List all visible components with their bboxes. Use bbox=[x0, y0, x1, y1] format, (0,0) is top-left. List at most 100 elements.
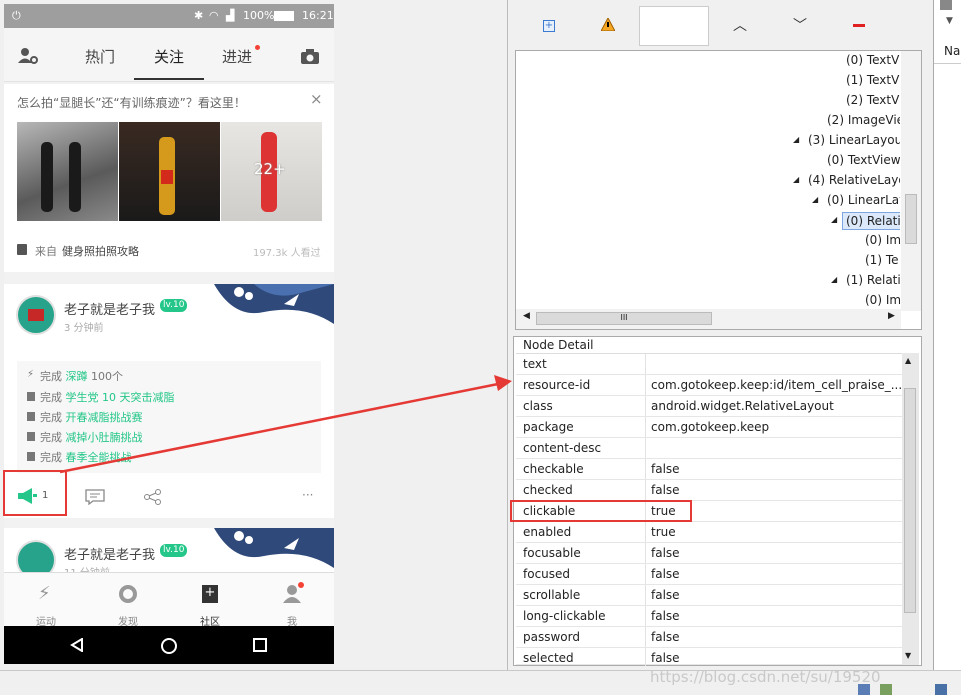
tree-node[interactable]: (4) RelativeLayo bbox=[808, 173, 900, 187]
tree-expander[interactable]: ◢ bbox=[831, 215, 837, 224]
property-row[interactable]: package com.gotokeep.keep bbox=[516, 417, 902, 438]
camera-icon[interactable] bbox=[301, 49, 319, 64]
status-icon[interactable] bbox=[935, 684, 947, 695]
scroll-thumb[interactable] bbox=[905, 194, 917, 244]
nav-sport[interactable]: ⚡ 运动 bbox=[26, 573, 66, 628]
photo-thumb[interactable] bbox=[17, 122, 118, 221]
person-figure bbox=[69, 142, 81, 212]
level-badge: lv.10 bbox=[160, 544, 188, 557]
tree-horizontal-scrollbar[interactable]: III ◀ ▶ bbox=[516, 309, 901, 329]
back-icon[interactable] bbox=[70, 638, 84, 652]
header-decoration bbox=[214, 528, 334, 568]
expand-all-icon[interactable]: + bbox=[543, 20, 555, 32]
scroll-down-icon[interactable]: ▼ bbox=[905, 651, 911, 660]
property-key: text bbox=[523, 357, 547, 371]
property-row[interactable]: class android.widget.RelativeLayout bbox=[516, 396, 902, 417]
tree-expander[interactable]: ◢ bbox=[831, 275, 837, 284]
share-icon[interactable] bbox=[144, 489, 162, 505]
status-icon[interactable] bbox=[858, 684, 870, 695]
tree-vertical-scrollbar[interactable] bbox=[901, 51, 921, 311]
property-row[interactable]: password false bbox=[516, 627, 902, 648]
post-author[interactable]: 老子就是老子我 bbox=[64, 299, 155, 318]
tree-viewport: (0) TextV (1) TextV (2) TextV (2) ImageV… bbox=[516, 51, 900, 307]
property-row[interactable]: long-clickable false bbox=[516, 606, 902, 627]
property-row[interactable]: scrollable false bbox=[516, 585, 902, 606]
node-detail-title: Node Detail bbox=[523, 338, 594, 352]
tree-node[interactable]: (1) TextV bbox=[846, 73, 899, 87]
property-row[interactable]: checked false bbox=[516, 480, 902, 501]
post-author[interactable]: 老子就是老子我 bbox=[64, 544, 155, 563]
scroll-thumb[interactable] bbox=[904, 388, 916, 613]
property-row[interactable]: text bbox=[516, 354, 902, 375]
scroll-left-icon[interactable]: ◀ bbox=[523, 311, 530, 321]
nav-me[interactable]: 我 bbox=[272, 573, 312, 628]
tree-node[interactable]: (2) TextV bbox=[846, 93, 899, 107]
next-icon[interactable]: ﹀ bbox=[793, 15, 807, 35]
property-row[interactable]: checkable false bbox=[516, 459, 902, 480]
more-options-icon[interactable]: ··· bbox=[302, 488, 313, 502]
task-item[interactable]: 完成 深蹲 100个 bbox=[40, 368, 123, 384]
close-icon[interactable]: × bbox=[310, 90, 323, 108]
post-card[interactable]: 老子就是老子我 lv.10 11 分钟前 bbox=[4, 528, 334, 580]
tree-node-selected[interactable]: (0) Relati bbox=[842, 212, 900, 230]
properties-scrollbar[interactable]: ▲ ▼ bbox=[902, 353, 919, 665]
tree-node[interactable]: (0) TextView bbox=[827, 153, 900, 167]
scroll-thumb[interactable]: III bbox=[536, 312, 712, 325]
tab-following[interactable]: 关注 bbox=[154, 46, 184, 67]
person-figure bbox=[41, 142, 53, 212]
property-value: false bbox=[651, 567, 680, 581]
task-item[interactable]: 完成 春季全能挑战 bbox=[40, 449, 132, 465]
source-name[interactable]: 健身照拍照攻略 bbox=[62, 243, 139, 259]
tree-node[interactable]: (0) LinearLay bbox=[827, 193, 900, 207]
home-icon[interactable] bbox=[940, 0, 952, 10]
property-value: false bbox=[651, 546, 680, 560]
scroll-right-icon[interactable]: ▶ bbox=[888, 311, 895, 321]
photo-thumb[interactable] bbox=[119, 122, 220, 221]
previous-icon[interactable]: ︿ bbox=[733, 15, 747, 35]
scroll-up-icon[interactable]: ▲ bbox=[905, 356, 911, 365]
warning-icon[interactable] bbox=[601, 18, 615, 31]
tree-node[interactable]: (1) Te bbox=[865, 253, 899, 267]
avatar[interactable] bbox=[16, 295, 56, 335]
property-row[interactable]: selected false bbox=[516, 648, 902, 665]
tree-expander[interactable]: ◢ bbox=[812, 195, 818, 204]
wifi-icon: ◠ bbox=[209, 9, 219, 22]
nav-discover[interactable]: 发现 bbox=[108, 573, 148, 628]
task-item[interactable]: 完成 减掉小肚腩挑战 bbox=[40, 429, 143, 445]
task-item[interactable]: 完成 学生党 10 天突击减脂 bbox=[40, 389, 175, 405]
property-row[interactable]: focused false bbox=[516, 564, 902, 585]
person-figure bbox=[161, 170, 173, 184]
property-row[interactable]: resource-id com.gotokeep.keep:id/item_cel… bbox=[516, 375, 902, 396]
user-settings-icon[interactable] bbox=[18, 47, 38, 65]
recommendation-card[interactable]: 怎么拍“显腿长”还“有训练痕迹”？看这里！ × 22+ 来自 健身照拍照攻略 1… bbox=[4, 84, 334, 272]
clear-icon[interactable] bbox=[853, 24, 865, 27]
header-decoration bbox=[214, 284, 334, 324]
tab-hot[interactable]: 热门 bbox=[85, 46, 115, 67]
recents-icon[interactable] bbox=[253, 638, 267, 652]
property-row[interactable]: enabled true bbox=[516, 522, 902, 543]
tree-expander[interactable]: ◢ bbox=[793, 135, 799, 144]
task-item[interactable]: 完成 开春减脂挑战赛 bbox=[40, 409, 143, 425]
search-input[interactable] bbox=[639, 6, 709, 46]
property-row[interactable]: focusable false bbox=[516, 543, 902, 564]
tree-node[interactable]: (0) Im bbox=[865, 233, 900, 247]
home-icon[interactable] bbox=[160, 637, 178, 655]
tree-node[interactable]: (2) ImageVie bbox=[827, 113, 900, 127]
plan-icon bbox=[27, 452, 35, 461]
view-menu-icon[interactable]: ▼ bbox=[946, 16, 953, 26]
tree-node[interactable]: (0) Im bbox=[865, 293, 900, 307]
photo-strip[interactable]: 22+ bbox=[17, 122, 322, 221]
tree-node[interactable]: (3) LinearLayout bbox=[808, 133, 900, 147]
tree-node[interactable]: (1) Relati bbox=[846, 273, 900, 287]
photo-thumb[interactable]: 22+ bbox=[221, 122, 322, 221]
tree-expander[interactable]: ◢ bbox=[793, 175, 799, 184]
source-prefix: 来自 bbox=[35, 245, 57, 258]
nav-community[interactable]: + 社区 bbox=[190, 573, 230, 628]
tree-node[interactable]: (0) TextV bbox=[846, 53, 899, 67]
status-icon[interactable] bbox=[880, 684, 892, 695]
property-value: com.gotokeep.keep bbox=[651, 420, 770, 434]
property-row[interactable]: content-desc bbox=[516, 438, 902, 459]
comment-icon[interactable] bbox=[85, 489, 105, 505]
view-count: 197.3k 人看过 bbox=[253, 248, 321, 259]
tab-jinjin[interactable]: 进进 bbox=[222, 46, 252, 67]
